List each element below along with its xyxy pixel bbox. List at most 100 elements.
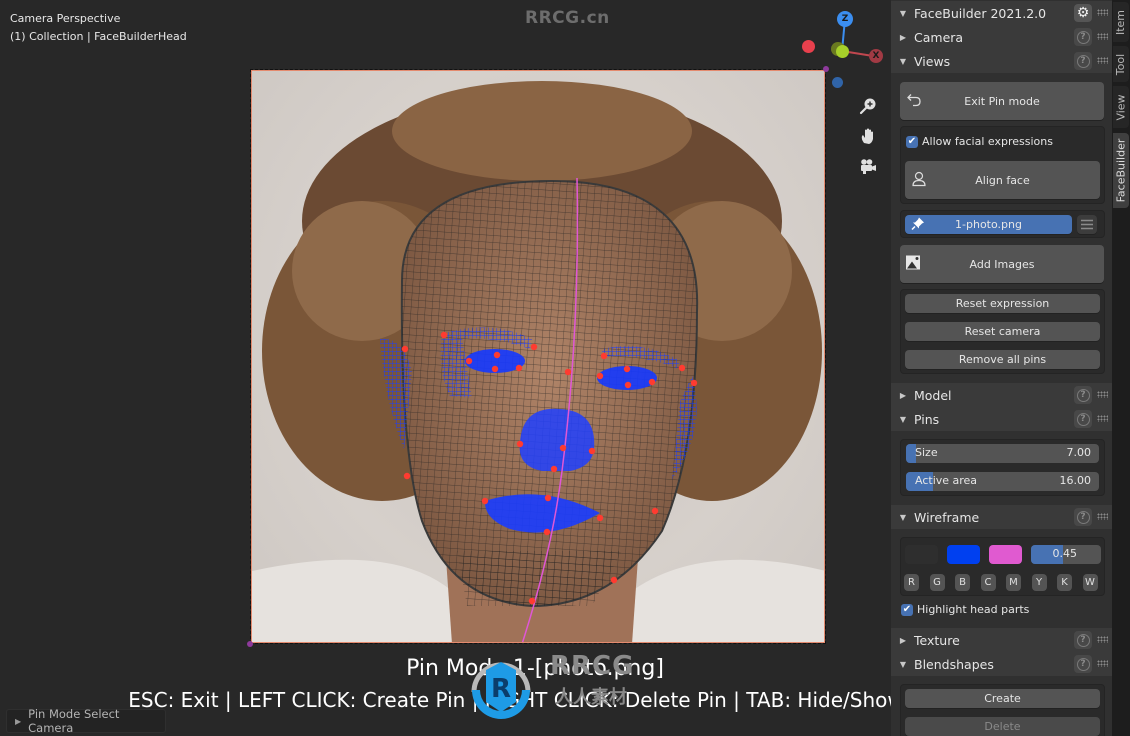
drag-grip-icon[interactable]	[1097, 660, 1108, 667]
align-face-button[interactable]: Align face	[905, 161, 1100, 199]
tab-facebuilder[interactable]: FaceBuilder	[1113, 133, 1129, 208]
pin-marker[interactable]	[651, 507, 659, 515]
pin-marker[interactable]	[624, 381, 632, 389]
expand-triangle-icon: ▶	[15, 716, 22, 726]
allow-facial-expressions-checkbox[interactable]: ✔ Allow facial expressions	[906, 135, 1053, 148]
3d-viewport[interactable]: Camera Perspective (1) Collection | Face…	[0, 0, 891, 736]
drag-grip-icon[interactable]	[1097, 57, 1108, 64]
wireframe-opacity-slider[interactable]: 0.45	[1031, 545, 1101, 564]
reference-photo[interactable]	[251, 70, 825, 643]
panel-header-model[interactable]: ▶ Model ?	[891, 383, 1112, 407]
gizmo-z-axis[interactable]: Z	[837, 11, 853, 27]
pin-marker[interactable]	[623, 365, 631, 373]
pin-marker[interactable]	[465, 357, 473, 365]
pin-marker[interactable]	[401, 345, 409, 353]
gizmo-y-axis[interactable]	[836, 45, 849, 58]
exit-pin-mode-button[interactable]: Exit Pin mode	[900, 82, 1104, 120]
highlight-color-swatch[interactable]	[947, 545, 980, 564]
highlight-head-parts-checkbox[interactable]: ✔ Highlight head parts	[901, 603, 1029, 616]
camera-frame[interactable]	[247, 66, 829, 647]
panel-header-pins[interactable]: ▼ Pins ?	[891, 407, 1112, 431]
viewport-info: Camera Perspective (1) Collection | Face…	[10, 10, 187, 46]
drag-grip-icon[interactable]	[1097, 391, 1108, 398]
channel-button-m[interactable]: M	[1006, 574, 1021, 591]
channel-button-c[interactable]: C	[980, 574, 996, 591]
pin-marker[interactable]	[528, 597, 536, 605]
pin-marker[interactable]	[440, 331, 448, 339]
add-images-button[interactable]: Add Images	[900, 245, 1104, 283]
settings-button[interactable]: ⚙	[1074, 4, 1092, 22]
frame-corner-handle[interactable]	[247, 641, 253, 647]
pin-marker[interactable]	[403, 472, 411, 480]
panel-header-views[interactable]: ▼ Views ?	[891, 49, 1112, 73]
pin-marker[interactable]	[600, 352, 608, 360]
help-button[interactable]: ?	[1074, 655, 1092, 673]
pin-size-slider[interactable]: Size 7.00	[906, 444, 1099, 463]
pin-marker[interactable]	[516, 440, 524, 448]
active-area-slider[interactable]: Active area 16.00	[906, 472, 1099, 491]
gizmo-neg-x-axis[interactable]	[802, 40, 815, 53]
tab-item[interactable]: Item	[1113, 2, 1129, 42]
wireframe-color-swatch[interactable]	[905, 545, 938, 564]
drag-grip-icon[interactable]	[1097, 9, 1108, 16]
view-image-button[interactable]: 1-photo.png	[905, 215, 1072, 234]
pin-marker[interactable]	[588, 447, 596, 455]
drag-grip-icon[interactable]	[1097, 513, 1108, 520]
channel-button-b[interactable]: B	[955, 574, 970, 591]
drag-grip-icon[interactable]	[1097, 415, 1108, 422]
pin-marker[interactable]	[481, 497, 489, 505]
zoom-button[interactable]	[855, 93, 881, 119]
reset-camera-button[interactable]: Reset camera	[905, 322, 1100, 341]
help-button[interactable]: ?	[1074, 508, 1092, 526]
pin-marker[interactable]	[550, 465, 558, 473]
pin-marker[interactable]	[610, 576, 618, 584]
camera-view-button[interactable]	[855, 153, 881, 179]
pin-marker[interactable]	[530, 343, 538, 351]
gizmo-x-axis[interactable]: X	[869, 49, 883, 63]
channel-button-w[interactable]: W	[1082, 574, 1098, 591]
panel-header-texture[interactable]: ▶ Texture ?	[891, 628, 1112, 652]
panel-header-facebuilder[interactable]: ▼ FaceBuilder 2021.2.0 ⚙	[891, 1, 1112, 25]
tab-tool[interactable]: Tool	[1113, 46, 1129, 82]
last-operator-panel[interactable]: ▶ Pin Mode Select Camera	[6, 707, 166, 735]
reset-expression-button[interactable]: Reset expression	[905, 294, 1100, 313]
pin-marker[interactable]	[493, 351, 501, 359]
channel-button-k[interactable]: K	[1057, 574, 1072, 591]
midline-color-swatch[interactable]	[989, 545, 1022, 564]
help-button[interactable]: ?	[1074, 28, 1092, 46]
help-button[interactable]: ?	[1074, 386, 1092, 404]
channel-button-g[interactable]: G	[929, 574, 945, 591]
remove-all-pins-button[interactable]: Remove all pins	[905, 350, 1100, 369]
pin-marker[interactable]	[678, 364, 686, 372]
pin-marker[interactable]	[596, 372, 604, 380]
pin-marker[interactable]	[544, 494, 552, 502]
pan-button[interactable]	[855, 123, 881, 149]
drag-grip-icon[interactable]	[1097, 636, 1108, 643]
expression-box: ✔ Allow facial expressions Align face	[900, 126, 1105, 204]
pin-marker[interactable]	[564, 368, 572, 376]
pin-marker[interactable]	[543, 528, 551, 536]
panel-header-camera[interactable]: ▶ Camera ?	[891, 25, 1112, 49]
pin-marker[interactable]	[559, 444, 567, 452]
pin-marker[interactable]	[491, 365, 499, 373]
channel-button-r[interactable]: R	[904, 574, 919, 591]
pin-marker[interactable]	[596, 514, 604, 522]
gizmo-neg-z-axis[interactable]	[832, 77, 843, 88]
tab-view[interactable]: View	[1113, 86, 1129, 128]
navigation-gizmo[interactable]: Z X	[795, 8, 890, 98]
pin-marker[interactable]	[648, 378, 656, 386]
help-button[interactable]: ?	[1074, 410, 1092, 428]
channel-button-y[interactable]: Y	[1031, 574, 1047, 591]
delete-blendshapes-button[interactable]: Delete	[905, 717, 1100, 736]
image-menu-button[interactable]	[1077, 215, 1097, 234]
slider-value: 7.00	[1066, 446, 1092, 459]
create-blendshapes-button[interactable]: Create	[905, 689, 1100, 708]
pin-marker[interactable]	[690, 379, 698, 387]
panel-header-blendshapes[interactable]: ▼ Blendshapes ?	[891, 652, 1112, 676]
help-button[interactable]: ?	[1074, 52, 1092, 70]
panel-title: Texture	[914, 632, 960, 648]
drag-grip-icon[interactable]	[1097, 33, 1108, 40]
panel-header-wireframe[interactable]: ▼ Wireframe ?	[891, 505, 1112, 529]
help-button[interactable]: ?	[1074, 631, 1092, 649]
pin-marker[interactable]	[515, 364, 523, 372]
